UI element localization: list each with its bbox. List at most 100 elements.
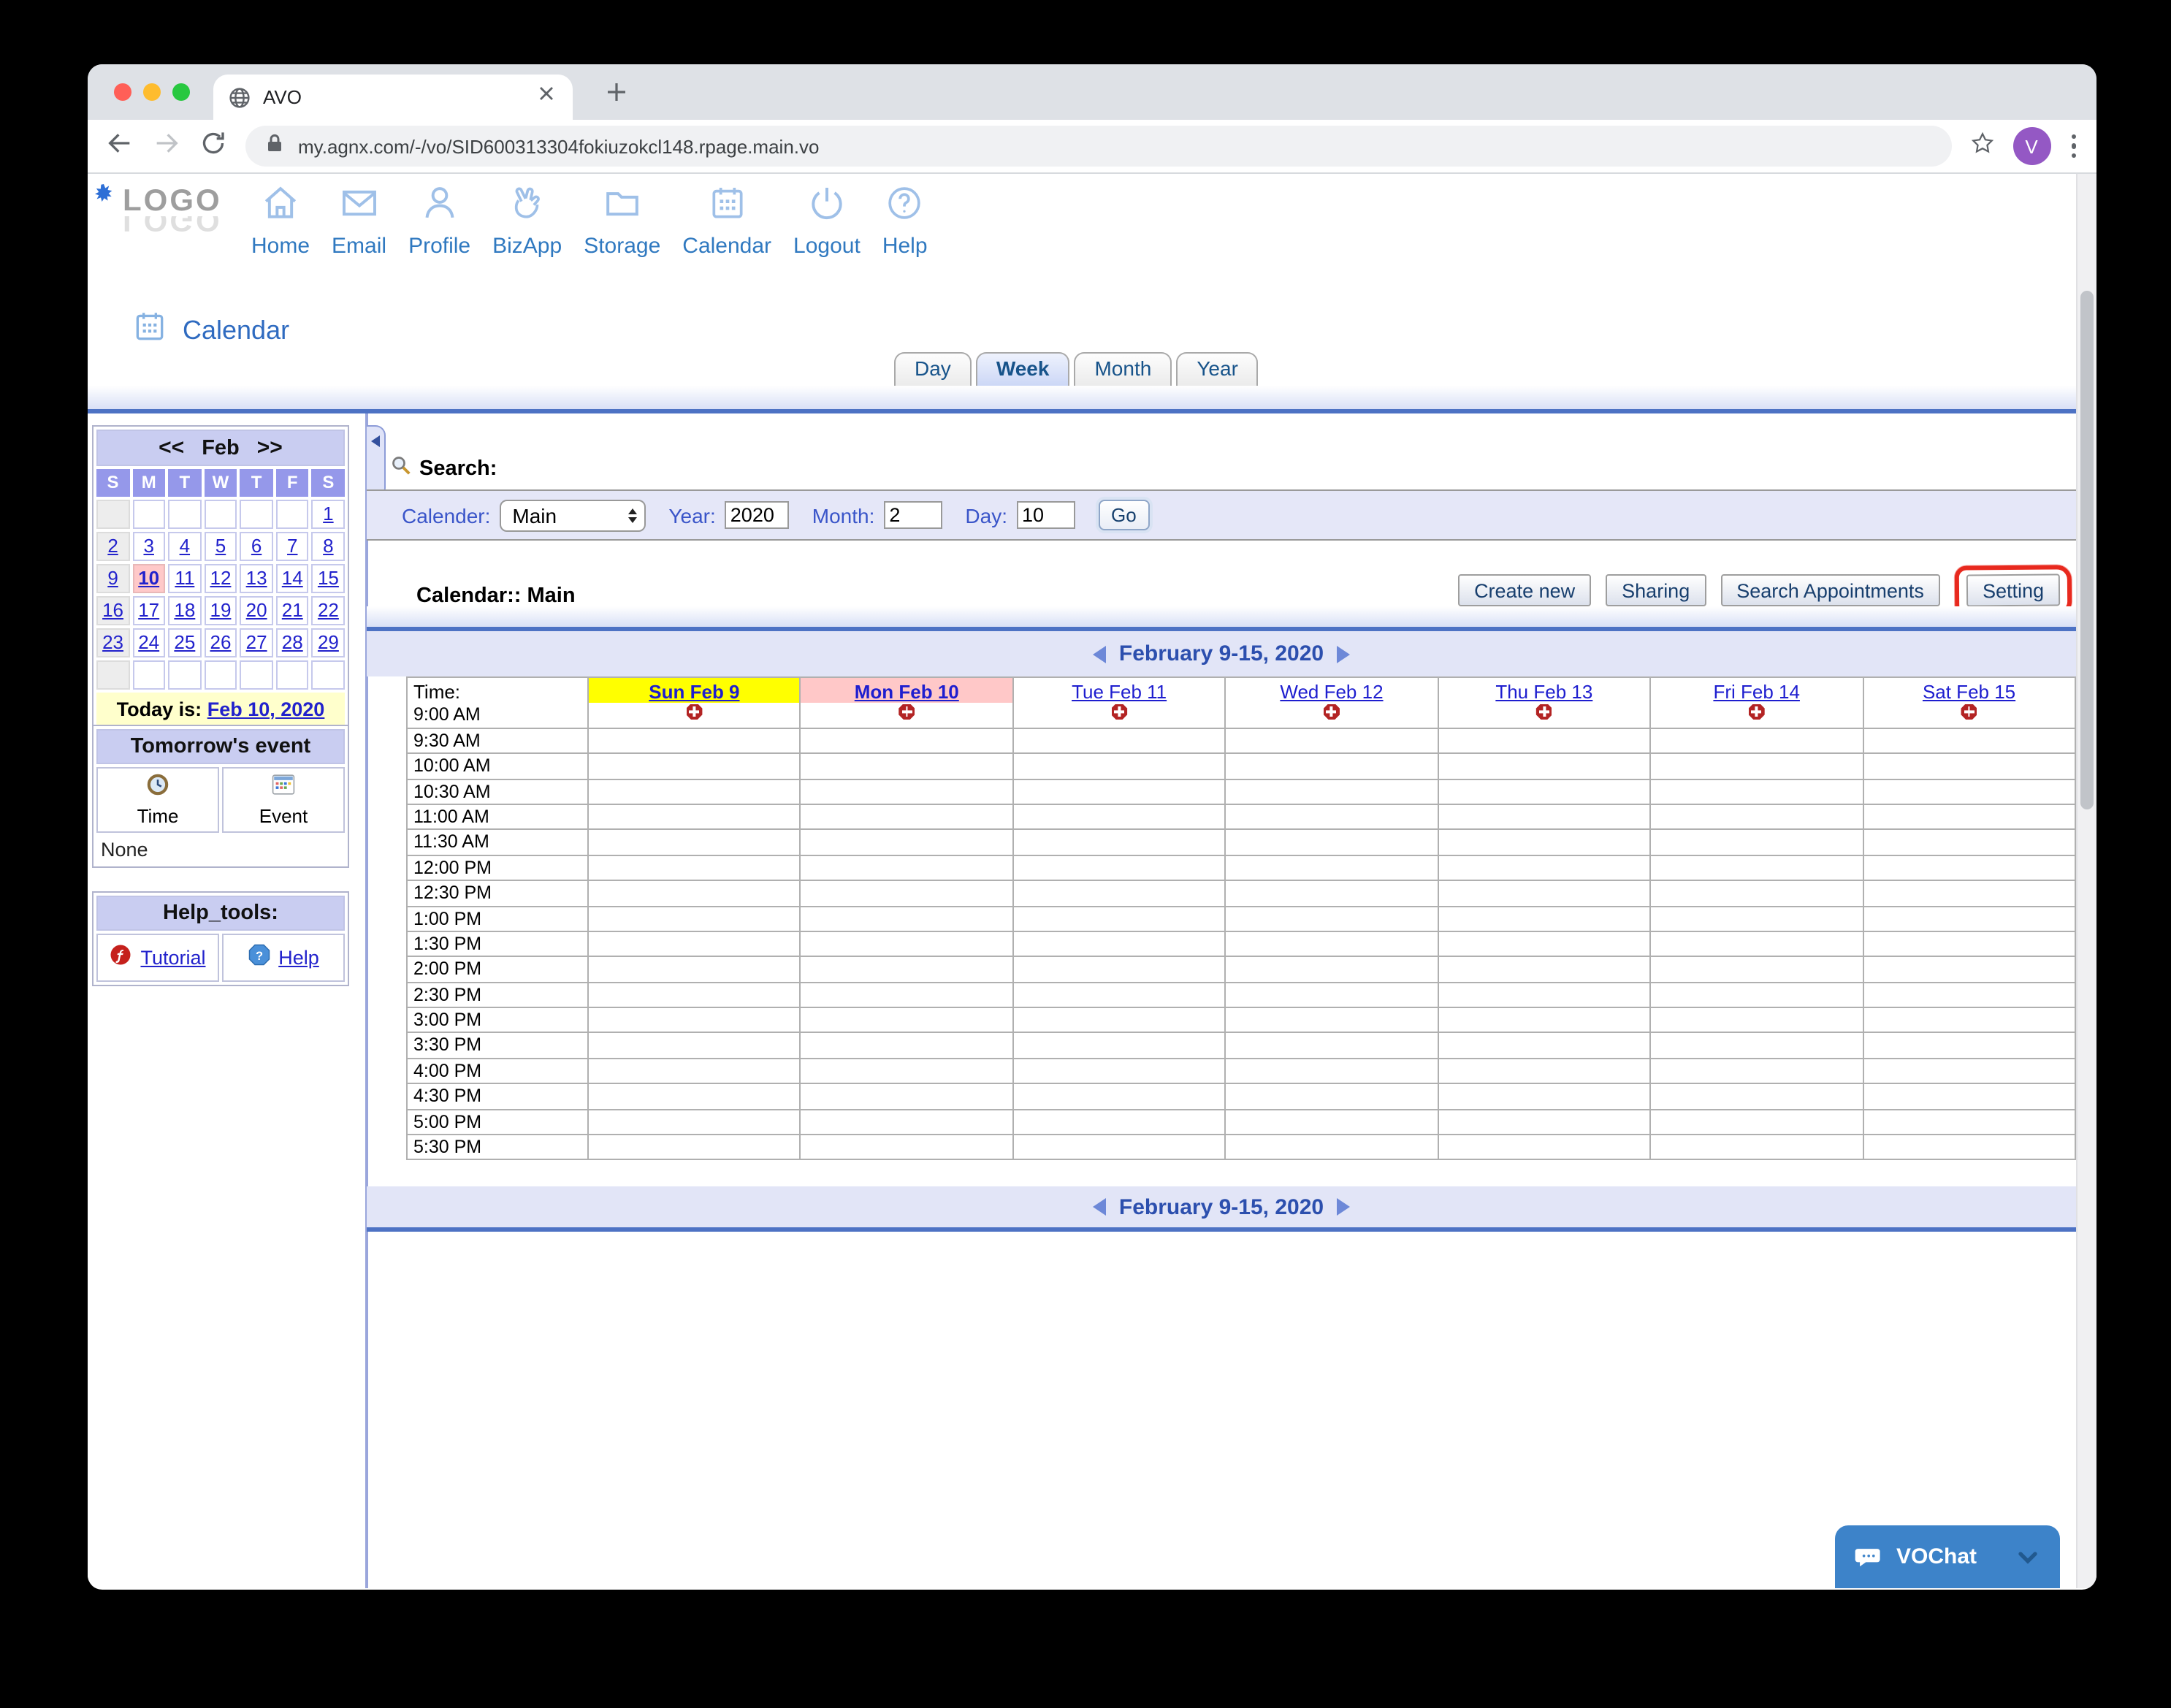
reload-icon[interactable]: [199, 128, 228, 164]
event-icon: [272, 773, 295, 801]
vochat-widget[interactable]: VOChat: [1835, 1525, 2060, 1588]
time-slot-cell: [801, 1110, 1014, 1135]
year-label: Year:: [668, 503, 715, 527]
url-bar[interactable]: my.agnx.com/-/vo/SID600313304fokiuzokcl1…: [245, 126, 1951, 167]
mini-calendar-day-empty: [96, 500, 129, 529]
mini-calendar-day-25[interactable]: 25: [168, 628, 201, 657]
day-link[interactable]: Wed Feb 12: [1280, 680, 1383, 702]
close-window-button[interactable]: [114, 83, 131, 101]
time-slot-cell: [801, 932, 1014, 958]
tab-day[interactable]: Day: [894, 352, 972, 386]
day-link[interactable]: Sat Feb 15: [1923, 680, 2015, 702]
time-slot-cell: [801, 1034, 1014, 1059]
nav-item-home[interactable]: Home: [251, 183, 310, 259]
today-link[interactable]: Feb 10, 2020: [207, 698, 325, 720]
day-link[interactable]: Thu Feb 13: [1495, 680, 1592, 702]
time-slot-cell: [589, 1008, 801, 1034]
search-appointments-button[interactable]: Search Appointments: [1720, 574, 1940, 606]
add-appointment-icon[interactable]: [1536, 704, 1552, 720]
profile-avatar[interactable]: V: [2012, 127, 2050, 165]
day-input[interactable]: [1016, 501, 1075, 529]
mini-calendar-day-28[interactable]: 28: [276, 628, 309, 657]
mini-calendar-day-26[interactable]: 26: [204, 628, 237, 657]
forward-icon[interactable]: [152, 128, 181, 164]
year-input[interactable]: [725, 501, 789, 529]
nav-item-profile[interactable]: Profile: [408, 183, 470, 259]
time-slot-cell: [1863, 932, 2076, 958]
month-input[interactable]: [883, 501, 942, 529]
add-appointment-icon[interactable]: [1111, 704, 1127, 720]
nav-item-email[interactable]: Email: [332, 183, 386, 259]
add-appointment-icon[interactable]: [1961, 704, 1977, 720]
browser-menu-icon[interactable]: [2068, 131, 2079, 161]
nav-item-bizapp[interactable]: BizApp: [492, 183, 562, 259]
mini-calendar-day-empty: [240, 660, 273, 690]
prev-month-link[interactable]: <<: [159, 435, 184, 460]
time-slot-cell: [1651, 1135, 1863, 1161]
back-icon[interactable]: [105, 128, 134, 164]
add-appointment-icon[interactable]: [1324, 704, 1340, 720]
setting-button[interactable]: Setting: [1966, 573, 2060, 606]
sidebar-collapse-handle[interactable]: [367, 425, 386, 498]
day-link[interactable]: Sun Feb 9: [649, 680, 739, 702]
topnav-items: Home Email Profile BizApp Storage Calendar Log…: [251, 183, 928, 259]
next-week-icon[interactable]: [1337, 1198, 1350, 1216]
tab-month[interactable]: Month: [1074, 352, 1172, 386]
mini-calendar-day-8[interactable]: 8: [312, 532, 345, 561]
nav-item-storage[interactable]: Storage: [584, 183, 660, 259]
close-tab-icon[interactable]: [535, 82, 558, 113]
mini-calendar-day-7[interactable]: 7: [276, 532, 309, 561]
scrollbar-thumb[interactable]: [2080, 291, 2094, 809]
tutorial-link[interactable]: Tutorial: [140, 947, 205, 969]
add-appointment-icon[interactable]: [898, 704, 915, 720]
time-slot-cell: [589, 932, 801, 958]
mini-calendar-dow: S: [96, 469, 129, 497]
calendar-select-label: Calender:: [402, 503, 490, 527]
bookmark-star-icon[interactable]: [1969, 129, 1995, 163]
mini-calendar-day-1[interactable]: 1: [312, 500, 345, 529]
tab-year[interactable]: Year: [1176, 352, 1259, 386]
time-slot-cell: [801, 1059, 1014, 1085]
mini-calendar-day-6[interactable]: 6: [240, 532, 273, 561]
calendar-select[interactable]: Main: [499, 499, 645, 531]
prev-week-icon[interactable]: [1093, 1198, 1106, 1216]
next-month-link[interactable]: >>: [257, 435, 283, 460]
add-appointment-icon[interactable]: [1749, 704, 1765, 720]
mini-calendar-day-2[interactable]: 2: [96, 532, 129, 561]
mini-calendar-day-23[interactable]: 23: [96, 628, 129, 657]
mini-calendar-day-3[interactable]: 3: [132, 532, 165, 561]
time-row-label: 2:30 PM: [408, 983, 589, 1008]
minimize-window-button[interactable]: [143, 83, 161, 101]
help-link[interactable]: Help: [278, 947, 319, 969]
go-button[interactable]: Go: [1098, 500, 1150, 530]
nav-item-calendar[interactable]: Calendar: [682, 183, 771, 259]
time-slot-cell: [1014, 1135, 1226, 1161]
new-tab-icon[interactable]: [602, 77, 631, 107]
sharing-button[interactable]: Sharing: [1606, 574, 1706, 606]
home-icon: [260, 183, 301, 231]
maximize-window-button[interactable]: [172, 83, 190, 101]
time-slot-cell: [1863, 1135, 2076, 1161]
scrollbar-track[interactable]: [2076, 174, 2096, 1588]
day-link[interactable]: Mon Feb 10: [855, 680, 959, 702]
mini-calendar-day-4[interactable]: 4: [168, 532, 201, 561]
nav-item-label: Email: [332, 234, 386, 259]
browser-tab[interactable]: AVO: [213, 75, 573, 120]
tab-week[interactable]: Week: [976, 352, 1070, 386]
next-week-icon[interactable]: [1337, 645, 1350, 663]
time-slot-cell: [589, 779, 801, 805]
prev-week-icon[interactable]: [1093, 645, 1106, 663]
day-link[interactable]: Fri Feb 14: [1713, 680, 1800, 702]
mini-calendar-day-5[interactable]: 5: [204, 532, 237, 561]
chevron-down-icon[interactable]: [2013, 1542, 2042, 1571]
email-icon: [339, 183, 380, 231]
mini-calendar-day-27[interactable]: 27: [240, 628, 273, 657]
create-new-button[interactable]: Create new: [1458, 574, 1591, 606]
mini-calendar-day-29[interactable]: 29: [312, 628, 345, 657]
time-slot-cell: [1226, 1110, 1439, 1135]
nav-item-help[interactable]: Help: [882, 183, 928, 259]
time-row-label: 11:30 AM: [408, 831, 589, 856]
nav-item-logout[interactable]: Logout: [793, 183, 861, 259]
mini-calendar-day-24[interactable]: 24: [132, 628, 165, 657]
day-link[interactable]: Tue Feb 11: [1072, 680, 1167, 702]
